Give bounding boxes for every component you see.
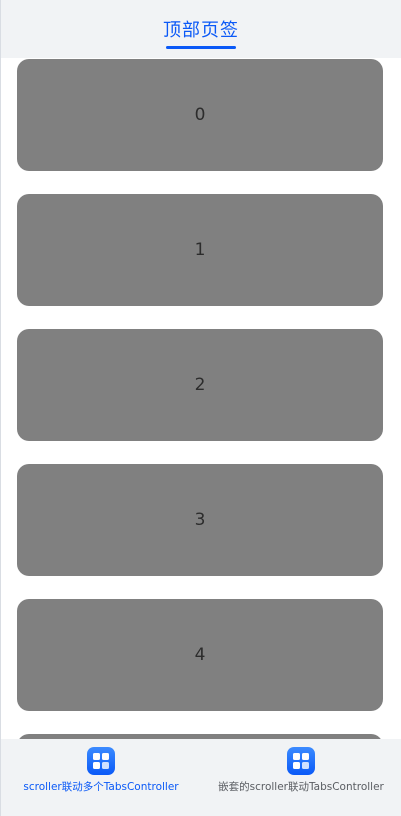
bottom-tab-label: scroller联动多个TabsController — [23, 781, 179, 793]
list-item[interactable]: 0 — [17, 59, 383, 171]
top-tab-bar: 顶部页签 — [1, 0, 401, 58]
grid-app-icon — [287, 747, 315, 775]
tab-nested-scroller-tabs-controller[interactable]: 嵌套的scroller联动TabsController — [201, 739, 401, 816]
list-item[interactable]: 2 — [17, 329, 383, 441]
list-item-label: 2 — [194, 375, 206, 395]
app-screen: 顶部页签 0 1 2 3 4 scroller联动多个TabsControlle… — [0, 0, 401, 816]
list-item-label: 1 — [194, 240, 206, 260]
list-item[interactable]: 1 — [17, 194, 383, 306]
list-item-label: 0 — [194, 105, 206, 125]
list-item[interactable]: 3 — [17, 464, 383, 576]
bottom-tab-label: 嵌套的scroller联动TabsController — [218, 781, 384, 793]
top-tab-label: 顶部页签 — [163, 20, 239, 41]
list-item-label: 3 — [194, 510, 206, 530]
tab-scroller-multi-tabs-controller[interactable]: scroller联动多个TabsController — [1, 739, 201, 816]
list-item[interactable]: 4 — [17, 599, 383, 711]
list-item-label: 4 — [194, 645, 206, 665]
grid-app-icon — [87, 747, 115, 775]
scroll-list[interactable]: 0 1 2 3 4 — [1, 58, 401, 739]
active-tab-indicator — [166, 46, 236, 49]
bottom-tab-bar: scroller联动多个TabsController 嵌套的scroller联动… — [1, 739, 401, 816]
tab-top-pages[interactable]: 顶部页签 — [163, 0, 239, 58]
